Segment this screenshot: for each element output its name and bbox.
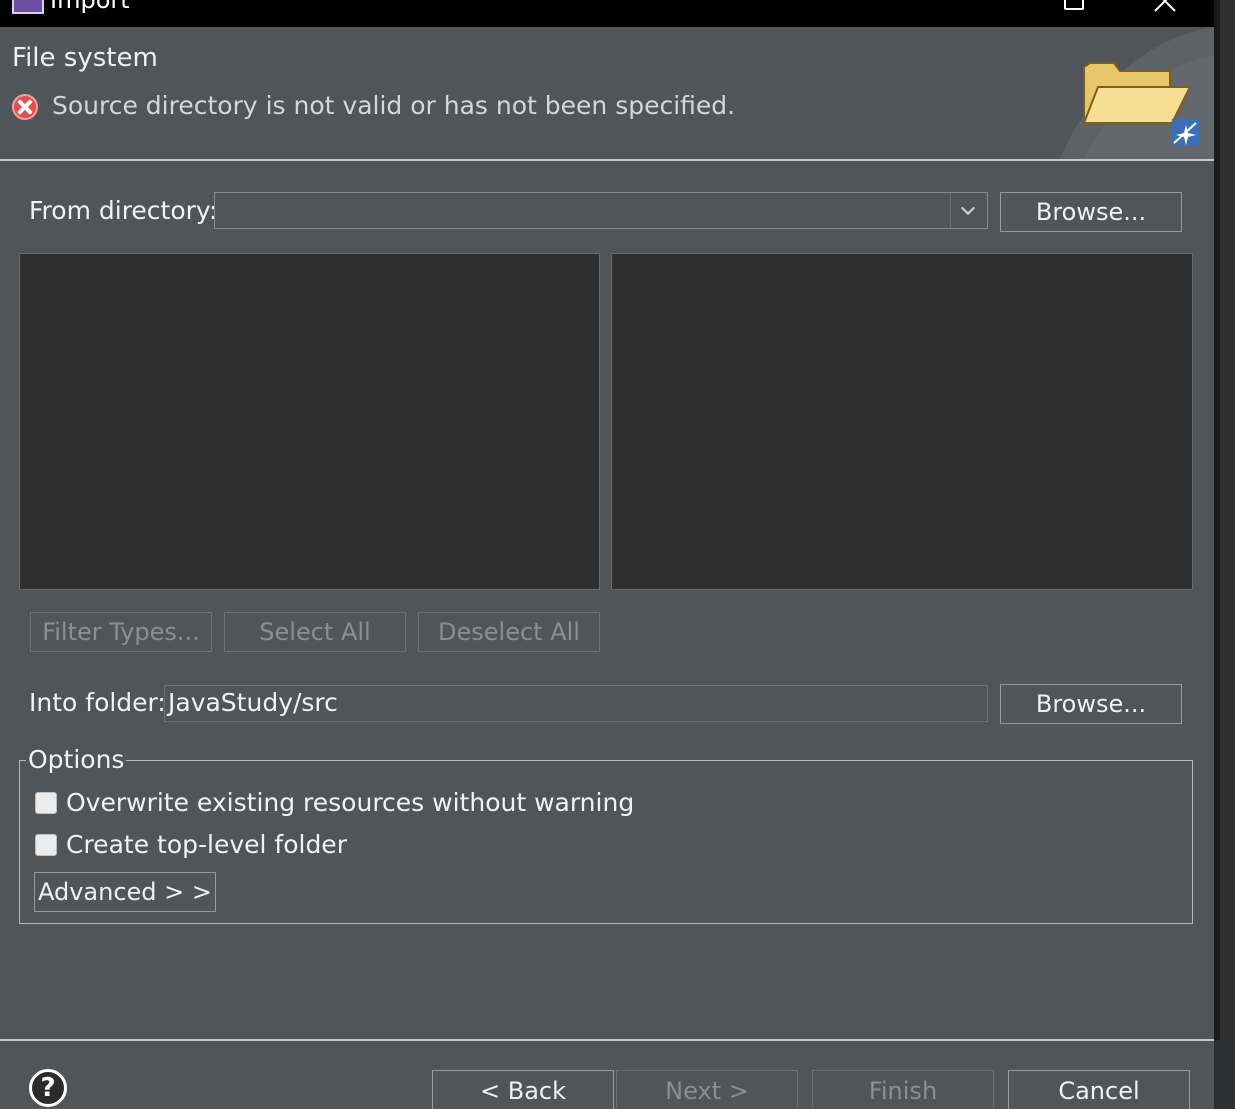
cancel-label: Cancel — [1058, 1077, 1140, 1105]
filter-types-button[interactable]: Filter Types... — [30, 612, 212, 652]
cancel-button[interactable]: Cancel — [1008, 1070, 1190, 1109]
overwrite-label[interactable]: Overwrite existing resources without war… — [66, 788, 634, 817]
options-group-label: Options — [26, 745, 127, 774]
error-message: Source directory is not valid or has not… — [52, 91, 736, 120]
title-bar: Import — [0, 0, 1214, 27]
help-icon[interactable]: ? — [29, 1069, 67, 1107]
folder-tree-pane[interactable] — [19, 253, 600, 590]
from-directory-label: From directory: — [29, 196, 218, 225]
file-list-pane[interactable] — [611, 253, 1193, 590]
browse-source-label: Browse... — [1035, 198, 1147, 226]
back-button[interactable]: < Back — [432, 1070, 614, 1109]
combo-dropdown-button[interactable] — [950, 193, 987, 228]
advanced-label: Advanced > > — [37, 878, 213, 906]
window-title: Import — [50, 0, 130, 14]
background-window-edge — [1214, 0, 1235, 1109]
footer-separator — [0, 1039, 1214, 1041]
close-icon[interactable] — [1150, 0, 1180, 16]
advanced-button[interactable]: Advanced > > — [34, 872, 216, 912]
error-icon — [12, 94, 38, 120]
folder-icon — [1060, 27, 1214, 159]
back-label: < Back — [479, 1077, 566, 1105]
into-folder-input[interactable]: JavaStudy/src — [164, 685, 988, 722]
maximize-icon[interactable] — [1064, 0, 1084, 10]
create-folder-checkbox[interactable] — [35, 834, 57, 856]
deselect-all-button[interactable]: Deselect All — [418, 612, 600, 652]
select-all-label: Select All — [259, 618, 371, 646]
next-label: Next > — [665, 1077, 749, 1105]
deselect-all-label: Deselect All — [438, 618, 580, 646]
import-dialog: Import File system Source directory is n… — [0, 0, 1214, 1109]
finish-label: Finish — [868, 1077, 938, 1105]
filter-types-label: Filter Types... — [42, 618, 200, 646]
finish-button[interactable]: Finish — [812, 1070, 994, 1109]
overwrite-checkbox[interactable] — [35, 792, 57, 814]
browse-destination-button[interactable]: Browse... — [1000, 684, 1182, 724]
browse-source-button[interactable]: Browse... — [1000, 192, 1182, 232]
chevron-down-icon — [960, 200, 976, 216]
window-shadow — [1214, 0, 1220, 1040]
create-folder-label[interactable]: Create top-level folder — [66, 830, 347, 859]
next-button[interactable]: Next > — [616, 1070, 798, 1109]
into-folder-label: Into folder: — [29, 688, 166, 717]
select-all-button[interactable]: Select All — [224, 612, 406, 652]
page-title: File system — [12, 43, 158, 73]
from-directory-combo[interactable] — [214, 192, 988, 229]
browse-destination-label: Browse... — [1035, 690, 1147, 718]
wizard-banner: File system Source directory is not vali… — [0, 27, 1214, 161]
app-icon — [12, 0, 44, 14]
